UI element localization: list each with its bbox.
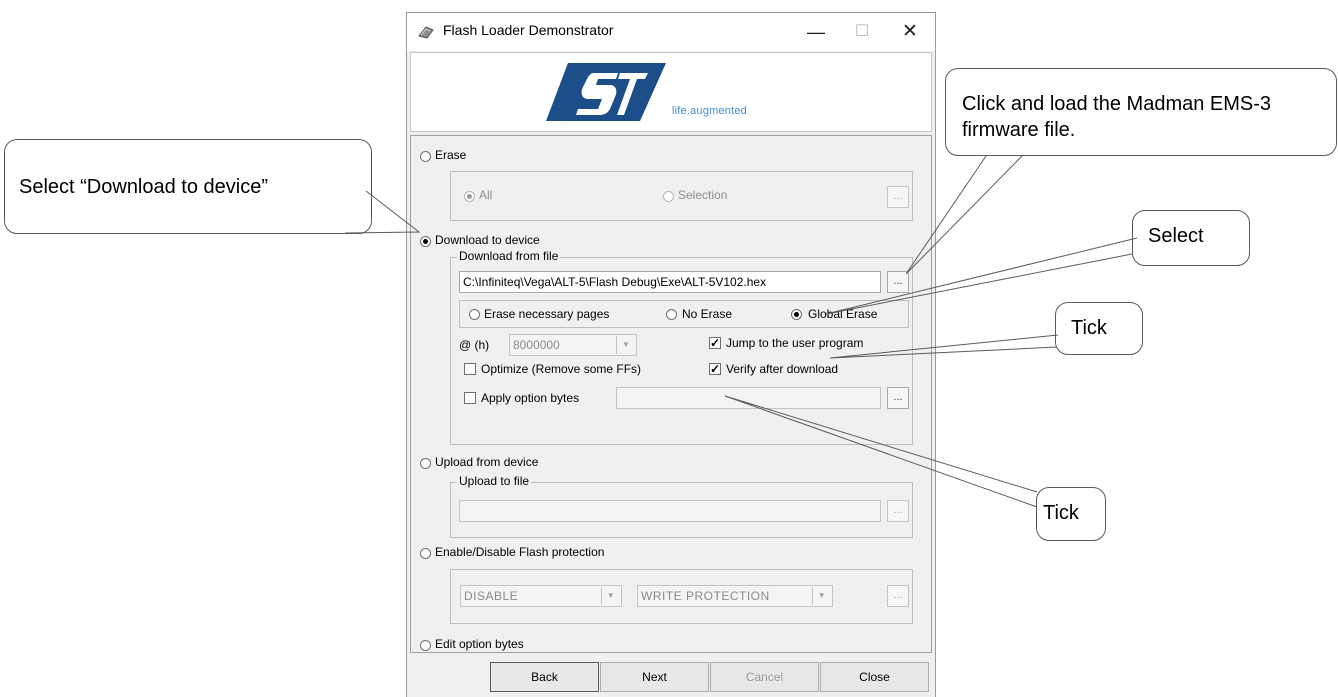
callout-load-firmware-text: Click and load the Madman EMS-3 firmware… xyxy=(962,93,1272,141)
upload-file-browse-button[interactable]: ... xyxy=(887,500,909,522)
close-button[interactable]: Close xyxy=(820,662,929,692)
operation-panel: Erase All Selection ... Download to devi… xyxy=(410,135,932,653)
flash-protection-radio[interactable] xyxy=(420,548,431,559)
chevron-down-icon[interactable]: ▼ xyxy=(812,587,831,605)
maximize-button[interactable]: ☐ xyxy=(839,13,885,51)
erase-selection-label: Selection xyxy=(678,188,728,202)
protection-mode-combobox[interactable]: DISABLE ▼ xyxy=(460,585,622,607)
callout-select-download: Select “Download to device” xyxy=(4,139,372,234)
erase-selection-browse-button[interactable]: ... xyxy=(887,186,909,208)
title-bar: Flash Loader Demonstrator — ☐ ✕ xyxy=(407,13,935,51)
option-bytes-browse-button[interactable]: ... xyxy=(887,387,909,409)
upload-to-file-legend: Upload to file xyxy=(457,474,532,488)
download-file-path-field[interactable]: C:\Infiniteq\Vega\ALT-5\Flash Debug\Exe\… xyxy=(459,271,881,293)
flash-loader-window: Flash Loader Demonstrator — ☐ ✕ life.aug… xyxy=(406,12,936,697)
erase-necessary-pages-label: Erase necessary pages xyxy=(484,307,610,321)
global-erase-label: Global Erase xyxy=(808,307,878,321)
download-radio[interactable] xyxy=(420,236,431,247)
minimize-button[interactable]: — xyxy=(793,13,839,51)
apply-option-bytes-label: Apply option bytes xyxy=(481,391,580,405)
protection-mode-value: DISABLE xyxy=(464,589,519,603)
download-file-browse-button[interactable]: ... xyxy=(887,271,909,293)
global-erase-radio[interactable] xyxy=(791,309,802,320)
st-banner: life.augmented xyxy=(410,52,932,132)
erase-all-label: All xyxy=(479,188,493,202)
erase-mode-group: Erase necessary pages No Erase Global Er… xyxy=(459,300,909,328)
erase-radio[interactable] xyxy=(420,151,431,162)
jump-to-user-program-checkbox[interactable]: ✓ xyxy=(709,337,721,349)
edit-option-bytes-radio[interactable] xyxy=(420,640,431,651)
callout-select-global: Select xyxy=(1132,210,1250,266)
wizard-footer: Back Next Cancel Close xyxy=(407,662,935,697)
next-button[interactable]: Next xyxy=(600,662,709,692)
st-tagline: life.augmented xyxy=(672,105,747,117)
callout-load-firmware: Click and load the Madman EMS-3 firmware… xyxy=(945,68,1337,156)
protection-type-value: WRITE PROTECTION xyxy=(641,589,770,603)
address-value: 8000000 xyxy=(513,338,560,352)
cancel-button[interactable]: Cancel xyxy=(710,662,819,692)
address-label: @ (h) xyxy=(459,338,490,352)
optimize-label: Optimize (Remove some FFs) xyxy=(481,362,642,376)
callout-select-download-text: Select “Download to device” xyxy=(19,176,269,198)
callout-tick-jump: Tick xyxy=(1055,302,1143,355)
chevron-down-icon[interactable]: ▼ xyxy=(616,336,635,354)
download-from-file-legend: Download from file xyxy=(457,249,561,263)
upload-label: Upload from device xyxy=(435,455,539,469)
option-bytes-file-field[interactable] xyxy=(616,387,881,409)
upload-radio[interactable] xyxy=(420,458,431,469)
erase-necessary-pages-radio[interactable] xyxy=(469,309,480,320)
window-title: Flash Loader Demonstrator xyxy=(443,22,614,38)
no-erase-label: No Erase xyxy=(682,307,733,321)
no-erase-radio[interactable] xyxy=(666,309,677,320)
upload-file-path-field[interactable] xyxy=(459,500,881,522)
download-from-file-group: Download from file C:\Infiniteq\Vega\ALT… xyxy=(450,249,913,445)
apply-option-bytes-checkbox[interactable] xyxy=(464,392,476,404)
callout-tick-verify-text: Tick xyxy=(1043,502,1079,524)
erase-label: Erase xyxy=(435,148,467,162)
upload-to-file-group: Upload to file ... xyxy=(450,474,913,538)
chevron-down-icon[interactable]: ▼ xyxy=(601,587,620,605)
flash-loader-icon xyxy=(418,26,434,39)
back-button[interactable]: Back xyxy=(490,662,599,692)
close-window-button[interactable]: ✕ xyxy=(887,13,933,51)
verify-after-download-checkbox[interactable]: ✓ xyxy=(709,363,721,375)
verify-after-download-label: Verify after download xyxy=(726,362,839,376)
callout-tick-jump-text: Tick xyxy=(1071,317,1107,339)
flash-protection-group: DISABLE ▼ WRITE PROTECTION ▼ ... xyxy=(450,569,913,624)
erase-all-radio[interactable] xyxy=(464,191,475,202)
jump-to-user-program-label: Jump to the user program xyxy=(726,336,864,350)
download-label: Download to device xyxy=(435,233,540,247)
protection-browse-button[interactable]: ... xyxy=(887,585,909,607)
address-combobox[interactable]: 8000000 ▼ xyxy=(509,334,637,356)
protection-type-combobox[interactable]: WRITE PROTECTION ▼ xyxy=(637,585,833,607)
optimize-checkbox[interactable] xyxy=(464,363,476,375)
callout-select-global-text: Select xyxy=(1148,225,1204,247)
flash-protection-label: Enable/Disable Flash protection xyxy=(435,545,605,559)
erase-options-group: All Selection ... xyxy=(450,171,913,221)
edit-option-bytes-label: Edit option bytes xyxy=(435,637,524,651)
callout-tick-verify: Tick xyxy=(1036,487,1106,541)
st-logo xyxy=(546,63,666,121)
erase-selection-radio[interactable] xyxy=(663,191,674,202)
